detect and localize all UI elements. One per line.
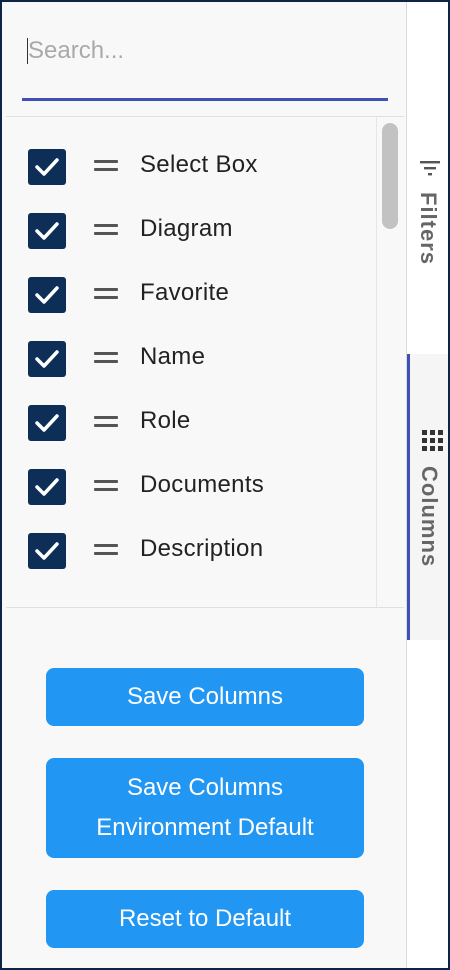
column-item-favorite[interactable]: Favorite	[6, 261, 376, 325]
column-label: Role	[140, 407, 191, 434]
checkbox-checked-icon[interactable]	[28, 533, 66, 569]
column-label: Name	[140, 343, 206, 370]
columns-panel: Select Box Diagram Favorite	[2, 2, 407, 968]
column-list-area: Select Box Diagram Favorite Name Role Do…	[6, 116, 404, 608]
column-item-description[interactable]: Description	[6, 517, 376, 581]
column-item-role[interactable]: Role	[6, 389, 376, 453]
column-tool-panel: Select Box Diagram Favorite	[0, 0, 450, 970]
column-label: Documents	[140, 471, 265, 498]
tab-filters[interactable]: Filters	[407, 152, 448, 282]
drag-handle-icon[interactable]	[94, 352, 118, 364]
drag-handle-icon[interactable]	[94, 288, 118, 300]
drag-handle-icon[interactable]	[94, 544, 118, 556]
drag-handle-icon[interactable]	[94, 416, 118, 428]
button-label-line-2: Environment Default	[96, 814, 314, 841]
drag-handle-icon[interactable]	[94, 160, 118, 172]
search-input[interactable]	[22, 24, 394, 78]
filter-icon	[420, 161, 440, 176]
text-cursor	[27, 38, 28, 64]
drag-handle-icon[interactable]	[94, 224, 118, 236]
column-item-documents[interactable]: Documents	[6, 453, 376, 517]
checkbox-checked-icon[interactable]	[28, 213, 66, 249]
column-label: Diagram	[140, 215, 233, 242]
column-item-select-box[interactable]: Select Box	[6, 133, 376, 197]
column-label: Favorite	[140, 279, 230, 306]
reset-to-default-button[interactable]: Reset to Default	[46, 890, 364, 948]
button-label-line-1: Save Columns	[126, 774, 284, 801]
column-label: Description	[140, 535, 264, 562]
checkbox-checked-icon[interactable]	[28, 149, 66, 185]
tab-columns-label: Columns	[417, 466, 442, 568]
tab-filters-label: Filters	[416, 192, 441, 266]
tab-columns[interactable]: Columns	[407, 354, 448, 640]
column-item-name[interactable]: Name	[6, 325, 376, 389]
checkbox-checked-icon[interactable]	[28, 277, 66, 313]
button-label: Reset to Default	[118, 905, 292, 932]
search-field[interactable]	[22, 24, 394, 101]
column-label: Select Box	[140, 151, 258, 178]
save-columns-button[interactable]: Save Columns	[46, 668, 364, 726]
checkbox-checked-icon[interactable]	[28, 405, 66, 441]
button-label: Save Columns	[126, 683, 284, 710]
list-scrollbar[interactable]	[382, 123, 398, 229]
save-columns-env-default-button[interactable]: Save Columns Environment Default	[46, 758, 364, 858]
side-bar: Filters Columns	[407, 2, 448, 968]
grid-icon	[422, 430, 443, 451]
checkbox-checked-icon[interactable]	[28, 469, 66, 505]
column-item-diagram[interactable]: Diagram	[6, 197, 376, 261]
column-list: Select Box Diagram Favorite Name Role Do…	[6, 117, 377, 607]
drag-handle-icon[interactable]	[94, 480, 118, 492]
checkbox-checked-icon[interactable]	[28, 341, 66, 377]
